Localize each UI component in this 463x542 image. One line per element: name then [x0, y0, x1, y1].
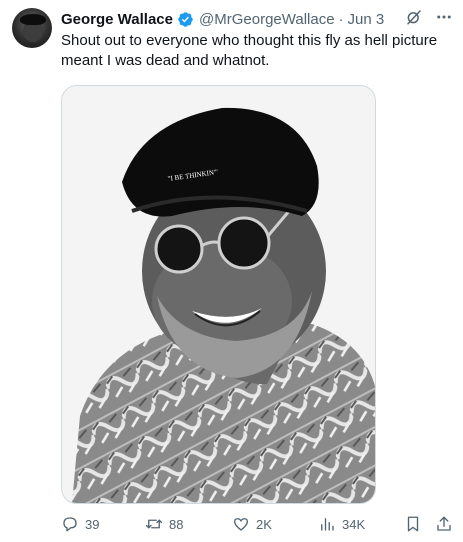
more-icon[interactable] [435, 8, 453, 30]
views-count: 34K [342, 516, 366, 532]
reply-count: 39 [85, 516, 100, 532]
bookmark-button[interactable] [404, 514, 422, 534]
grok-icon[interactable] [405, 8, 423, 30]
header-actions [405, 9, 453, 29]
tweet-photo[interactable]: "I BE THINKIN'" [61, 85, 376, 504]
like-button[interactable]: 2K [232, 514, 272, 534]
share-button[interactable] [435, 514, 453, 534]
views-button[interactable]: 34K [318, 514, 365, 534]
repost-button[interactable]: 88 [145, 514, 183, 534]
heart-icon [232, 515, 250, 533]
views-icon [318, 515, 336, 533]
share-icon [435, 515, 453, 533]
author-name[interactable]: George Wallace [61, 11, 173, 28]
reply-icon [61, 515, 79, 533]
like-count: 2K [256, 516, 272, 532]
avatar-hat [20, 14, 46, 25]
reply-button[interactable]: 39 [61, 514, 99, 534]
tweet-text: Shout out to everyone who thought this f… [61, 32, 438, 69]
bookmark-icon [404, 515, 422, 533]
verified-badge-icon[interactable] [177, 11, 194, 28]
author-handle[interactable]: @MrGeorgeWallace [199, 11, 335, 28]
tweet-header: George Wallace @MrGeorgeWallace · Jun 3 [61, 9, 453, 29]
author-avatar[interactable] [12, 8, 52, 48]
portrait-image: "I BE THINKIN'" [62, 86, 375, 503]
tweet-date[interactable]: Jun 3 [348, 11, 385, 28]
repost-count: 88 [169, 516, 184, 532]
repost-icon [145, 515, 163, 533]
separator-dot: · [338, 10, 344, 28]
tweet-actions: 39 88 2K 34K [61, 514, 456, 534]
